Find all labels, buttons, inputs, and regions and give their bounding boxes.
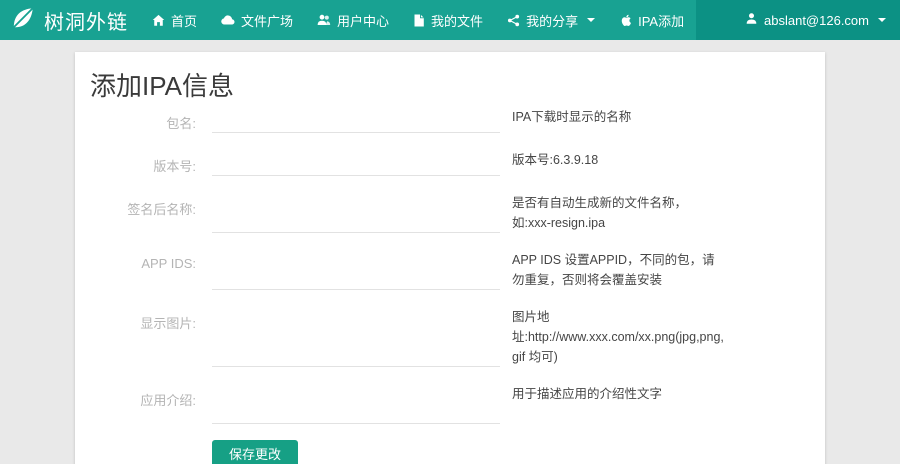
version-label: 版本号: [153, 159, 196, 174]
navbar: 树洞外链 首页 文件广场 用户中心 我的文件 我的分享 IPA添加 abslan… [0, 0, 900, 40]
app-description-label: 应用介绍: [140, 393, 196, 408]
chevron-down-icon [878, 18, 886, 22]
user-icon [745, 12, 758, 28]
nav-item-home[interactable]: 首页 [140, 0, 209, 40]
package-name-hint: IPA下载时显示的名称 [512, 110, 632, 124]
input-wrap [212, 249, 500, 290]
app-ids-input[interactable] [212, 263, 500, 290]
file-icon [413, 14, 425, 27]
user-menu[interactable]: abslant@126.com [731, 0, 900, 40]
package-name-input[interactable] [212, 106, 500, 133]
form-row-package-name: 包名: IPA下载时显示的名称 [90, 106, 810, 133]
app-ids-hint: APP IDS 设置APPID，不同的包，请勿重复，否则将会覆盖安装 [512, 253, 715, 287]
version-hint: 版本号:6.3.9.18 [512, 153, 599, 167]
version-input[interactable] [212, 149, 500, 176]
nav-item-label: 用户中心 [337, 13, 390, 29]
nav-item-label: IPA添加 [638, 13, 685, 29]
nav-item-ipa-add[interactable]: IPA添加 [607, 0, 696, 40]
input-wrap [212, 149, 500, 176]
signed-name-label: 签名后名称: [127, 202, 196, 217]
ipa-form-card: 添加IPA信息 包名: IPA下载时显示的名称 版本号: 版本号:6.3.9.1… [75, 52, 825, 464]
brand[interactable]: 树洞外链 [6, 0, 140, 40]
nav-item-my-shares[interactable]: 我的分享 [495, 0, 607, 40]
form-row-version: 版本号: 版本号:6.3.9.18 [90, 149, 810, 176]
display-image-hint: 图片地址:http://www.xxx.com/xx.png(jpg,png,g… [512, 310, 724, 364]
app-ids-label: APP IDS: [141, 256, 196, 271]
share-icon [507, 14, 520, 27]
users-icon [317, 13, 331, 27]
nav-item-user-center[interactable]: 用户中心 [305, 0, 401, 40]
form-row-signed-name: 签名后名称: 是否有自动生成新的文件名称，如:xxx-resign.ipa [90, 192, 810, 233]
form-row-app-description: 应用介绍: 用于描述应用的介绍性文字 [90, 383, 810, 424]
form-row-display-image: 显示图片: 图片地址:http://www.xxx.com/xx.png(jpg… [90, 306, 810, 367]
save-button[interactable]: 保存更改 [212, 440, 299, 464]
input-wrap [212, 192, 500, 233]
signed-name-hint: 是否有自动生成新的文件名称，如:xxx-resign.ipa [512, 196, 688, 230]
app-description-hint: 用于描述应用的介绍性文字 [512, 387, 663, 401]
home-icon [152, 14, 165, 27]
nav-item-file-plaza[interactable]: 文件广场 [209, 0, 305, 40]
page-title: 添加IPA信息 [90, 71, 234, 101]
display-image-label: 显示图片: [140, 316, 196, 331]
nav-item-label: 文件广场 [241, 13, 294, 29]
nav-item-label: 我的文件 [431, 13, 484, 29]
input-wrap [212, 383, 500, 424]
display-image-input[interactable] [212, 340, 500, 367]
nav-item-label: 我的分享 [526, 13, 579, 29]
signed-name-input[interactable] [212, 206, 500, 233]
user-email: abslant@126.com [764, 12, 869, 28]
nav-item-my-files[interactable]: 我的文件 [401, 0, 495, 40]
navbar-left-section: 树洞外链 首页 文件广场 用户中心 我的文件 我的分享 IPA添加 [0, 0, 697, 40]
package-name-label: 包名: [166, 116, 196, 131]
brand-name: 树洞外链 [44, 11, 128, 34]
input-wrap [212, 106, 500, 133]
apple-icon [619, 13, 632, 27]
cloud-icon [221, 13, 235, 27]
app-description-input[interactable] [212, 383, 500, 424]
input-wrap [212, 306, 500, 367]
nav-item-label: 首页 [171, 13, 198, 29]
leaf-icon [10, 5, 36, 36]
form-row-app-ids: APP IDS: APP IDS 设置APPID，不同的包，请勿重复，否则将会覆… [90, 249, 810, 290]
chevron-down-icon [587, 18, 596, 22]
